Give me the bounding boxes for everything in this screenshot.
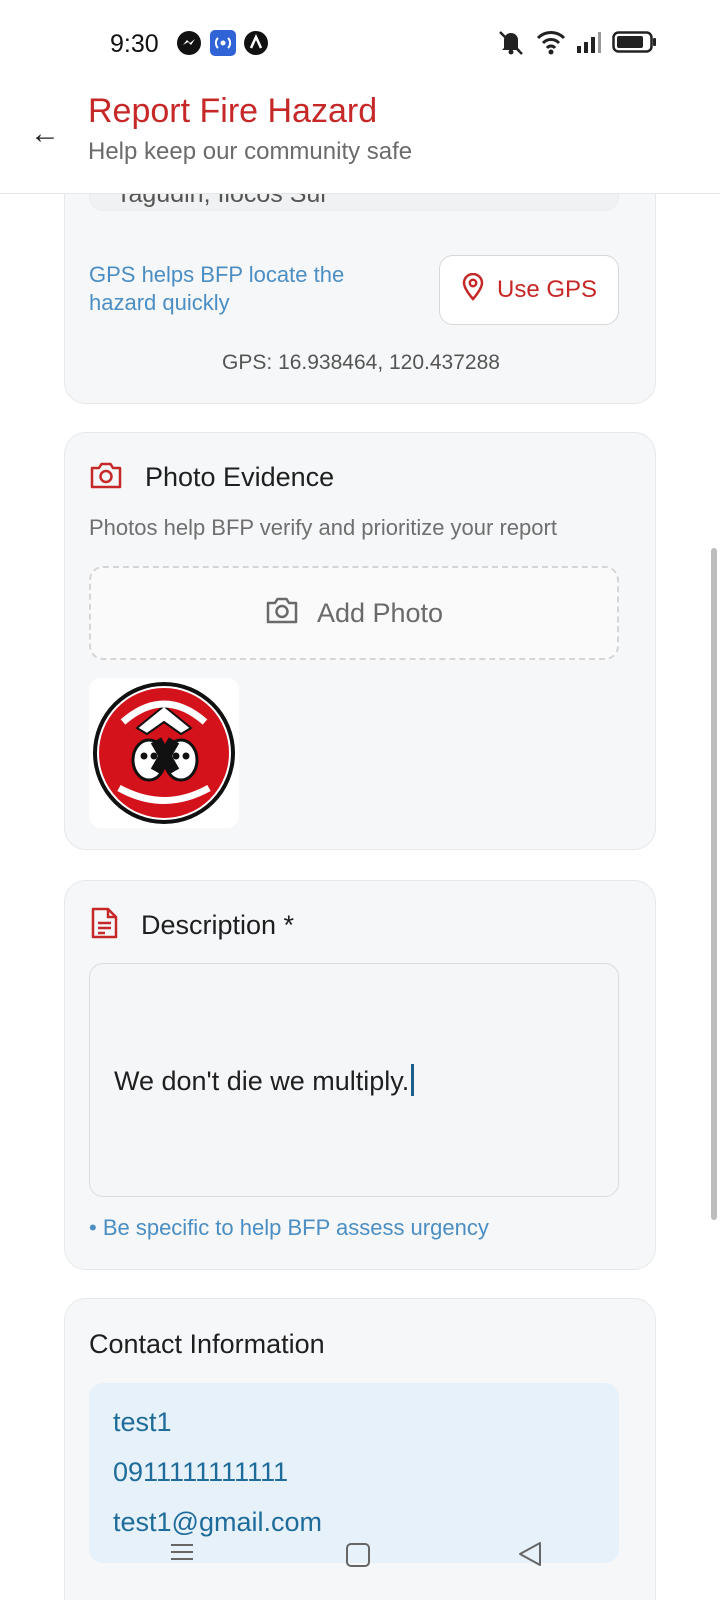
wifi-icon: [536, 29, 566, 60]
description-hint: • Be specific to help BFP assess urgency: [89, 1215, 489, 1240]
menu-nav-icon[interactable]: [168, 1540, 196, 1569]
signal-icon: [576, 30, 602, 59]
form-scroll-area[interactable]: Tagudin, Ilocos Sur GPS helps BFP locate…: [0, 194, 720, 1600]
photo-section-header: Photo Evidence: [89, 459, 334, 495]
battery-icon: [612, 30, 658, 59]
document-icon: [89, 906, 119, 945]
photo-evidence-card: Photo Evidence Photos help BFP verify an…: [64, 432, 656, 850]
add-photo-button[interactable]: Add Photo: [89, 566, 619, 660]
status-icons: [496, 30, 658, 58]
use-gps-button[interactable]: Use GPS: [439, 255, 619, 325]
description-card: Description * We don't die we multiply. …: [64, 880, 656, 1270]
status-bar: 9:30: [0, 0, 720, 90]
contact-section-title: Contact Information: [89, 1329, 325, 1359]
description-section-title: Description *: [141, 909, 295, 940]
description-input-text: We don't die we multiply.: [114, 1064, 415, 1097]
back-nav-icon[interactable]: [516, 1540, 544, 1573]
location-card: Tagudin, Ilocos Sur GPS helps BFP locate…: [64, 194, 656, 404]
app-header: ← Report Fire Hazard Help keep our commu…: [0, 90, 720, 194]
page-subtitle: Help keep our community safe: [88, 138, 413, 165]
messenger-icon: [176, 30, 202, 56]
text-cursor: [411, 1064, 415, 1096]
gps-coordinates: GPS: 16.938464, 120.437288: [222, 351, 500, 374]
home-nav-icon[interactable]: [345, 1542, 371, 1573]
contact-email: test1@gmail.com: [113, 1507, 322, 1537]
description-textarea[interactable]: We don't die we multiply.: [89, 963, 619, 1197]
contact-name: test1: [113, 1407, 172, 1437]
mute-icon: [496, 28, 526, 61]
gps-help-text: GPS helps BFP locate the hazard quickly: [89, 262, 345, 315]
contact-phone: 0911111111111: [113, 1457, 289, 1487]
address-value: Tagudin, Ilocos Sur: [116, 194, 329, 208]
contact-details: test1 0911111111111 test1@gmail.com: [89, 1383, 619, 1563]
address-field[interactable]: Tagudin, Ilocos Sur: [89, 194, 619, 211]
description-section-header: Description *: [89, 907, 294, 943]
camera-icon: [89, 460, 123, 495]
status-time: 9:30: [110, 30, 159, 58]
photo-help-text: Photos help BFP verify and prioritize yo…: [89, 515, 557, 540]
scrollbar-thumb[interactable]: [711, 548, 717, 1220]
map-pin-icon: [461, 272, 485, 308]
photo-thumbnail[interactable]: [89, 678, 239, 828]
app-a-icon: [243, 30, 269, 56]
photo-section-title: Photo Evidence: [145, 461, 335, 492]
radio-broadcast-icon: [210, 30, 236, 56]
use-gps-label: Use GPS: [496, 276, 598, 303]
add-photo-label: Add Photo: [316, 597, 444, 628]
mobstaz-logo-image: [93, 682, 235, 824]
page-title: Report Fire Hazard: [88, 92, 378, 130]
camera-icon: [265, 595, 299, 632]
description-value: We don't die we multiply.: [114, 1066, 410, 1096]
back-button[interactable]: ←: [30, 110, 70, 158]
